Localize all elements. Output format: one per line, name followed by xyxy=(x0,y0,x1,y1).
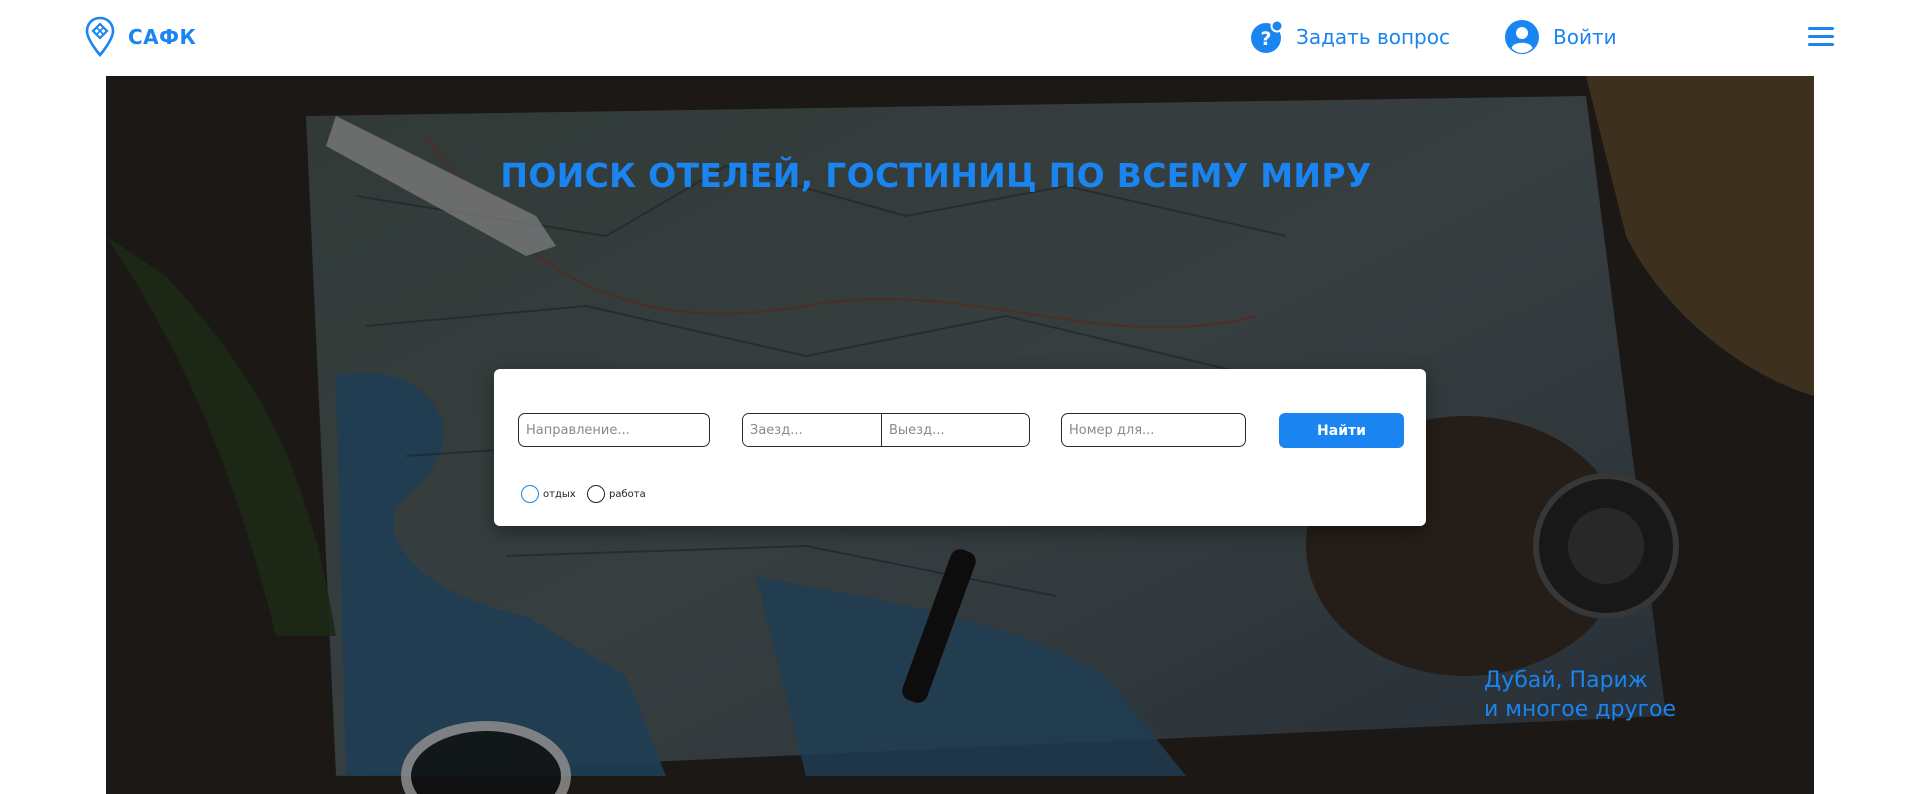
site-header: САФК ? Задать вопрос Войти xyxy=(0,0,1920,76)
brand-name: САФК xyxy=(128,25,197,49)
ask-question-label: Задать вопрос xyxy=(1296,25,1450,49)
destinations-promo: Дубай, Париж и многое другое xyxy=(1484,666,1676,724)
room-guests-input[interactable] xyxy=(1061,413,1246,447)
date-range-field xyxy=(742,413,1030,447)
login-link[interactable]: Войти xyxy=(1505,20,1617,54)
ask-question-link[interactable]: ? Задать вопрос xyxy=(1250,20,1450,54)
map-pin-logo-icon xyxy=(85,16,115,57)
destination-input[interactable] xyxy=(518,413,710,447)
promo-line: Дубай, Париж xyxy=(1484,668,1648,693)
brand-logo[interactable]: САФК xyxy=(84,16,196,58)
hero-banner: ПОИСК ОТЕЛЕЙ, ГОСТИНИЦ ПО ВСЕМУ МИРУ Най… xyxy=(106,76,1814,794)
page-title: ПОИСК ОТЕЛЕЙ, ГОСТИНИЦ ПО ВСЕМУ МИРУ xyxy=(500,156,1372,195)
promo-line: и многое другое xyxy=(1484,697,1677,722)
question-bubble-icon: ? xyxy=(1251,20,1284,53)
search-button[interactable]: Найти xyxy=(1279,413,1404,448)
radio-circle[interactable] xyxy=(521,485,539,503)
hamburger-menu-icon[interactable] xyxy=(1808,27,1834,47)
purpose-option-label: отдых xyxy=(543,488,576,500)
radio-circle[interactable] xyxy=(587,485,605,503)
login-label: Войти xyxy=(1553,25,1617,49)
user-circle-icon xyxy=(1505,20,1539,54)
purpose-radio-leisure[interactable]: отдых xyxy=(521,485,576,503)
hotel-search-form: Найти отдых работа xyxy=(494,369,1426,526)
checkout-input[interactable] xyxy=(882,414,1028,446)
svg-text:?: ? xyxy=(1260,28,1271,50)
purpose-radio-work[interactable]: работа xyxy=(587,485,646,503)
checkin-input[interactable] xyxy=(743,414,882,446)
purpose-option-label: работа xyxy=(609,488,646,500)
